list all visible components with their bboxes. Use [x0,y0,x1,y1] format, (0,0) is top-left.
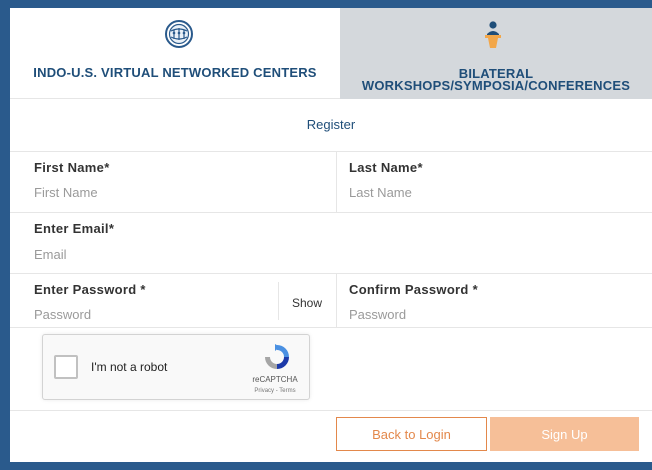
sign-up-button[interactable]: Sign Up [490,417,639,451]
window-bottom-border [0,462,652,470]
back-to-login-button[interactable]: Back to Login [336,417,487,451]
name-row: First Name* Last Name* [10,152,652,213]
email-input[interactable] [34,245,624,263]
first-name-input[interactable] [34,183,314,201]
show-divider [278,282,279,320]
register-header: Register [10,99,652,152]
speaker-podium-icon [485,21,501,48]
tab-bilateral-workshops[interactable]: BILATERAL WORKSHOPS/SYMPOSIA/CONFERENCES [340,8,652,99]
register-window: INDO-U.S. VIRTUAL NETWORKED CENTERS BILA… [0,0,652,470]
network-globe-icon [165,20,193,48]
last-name-label: Last Name* [349,160,423,175]
confirm-password-label: Confirm Password * [349,282,478,297]
register-panel: INDO-U.S. VIRTUAL NETWORKED CENTERS BILA… [10,8,652,462]
password-label: Enter Password * [34,282,146,297]
tab-virtual-networked-centers[interactable]: INDO-U.S. VIRTUAL NETWORKED CENTERS [10,8,340,99]
email-label: Enter Email* [34,221,115,236]
column-divider [336,274,337,328]
form-actions: Back to Login Sign Up [10,410,652,463]
recaptcha-brand: reCAPTCHA [252,375,298,384]
column-divider [336,152,337,213]
window-left-border [0,0,10,470]
last-name-input[interactable] [349,183,629,201]
show-password-button[interactable]: Show [292,296,322,310]
tab-label: INDO-U.S. VIRTUAL NETWORKED CENTERS [33,65,317,80]
confirm-password-input[interactable] [349,305,629,323]
recaptcha-logo-icon [265,344,289,369]
tab-label-line2: WORKSHOPS/SYMPOSIA/CONFERENCES [361,78,631,93]
recaptcha-checkbox[interactable] [54,355,78,379]
recaptcha-widget: I'm not a robot reCAPTCHA Privacy - Term… [42,334,310,400]
page-title: Register [306,117,356,132]
first-name-label: First Name* [34,160,110,175]
recaptcha-label: I'm not a robot [91,360,168,374]
recaptcha-privacy-terms-link[interactable]: Privacy - Terms [247,388,303,394]
window-top-border [0,0,652,8]
tab-label: BILATERAL WORKSHOPS/SYMPOSIA/CONFERENCES [340,67,652,93]
email-row: Enter Email* [10,213,652,274]
password-input[interactable] [34,305,264,323]
password-row: Enter Password * Show Confirm Password * [10,274,652,328]
